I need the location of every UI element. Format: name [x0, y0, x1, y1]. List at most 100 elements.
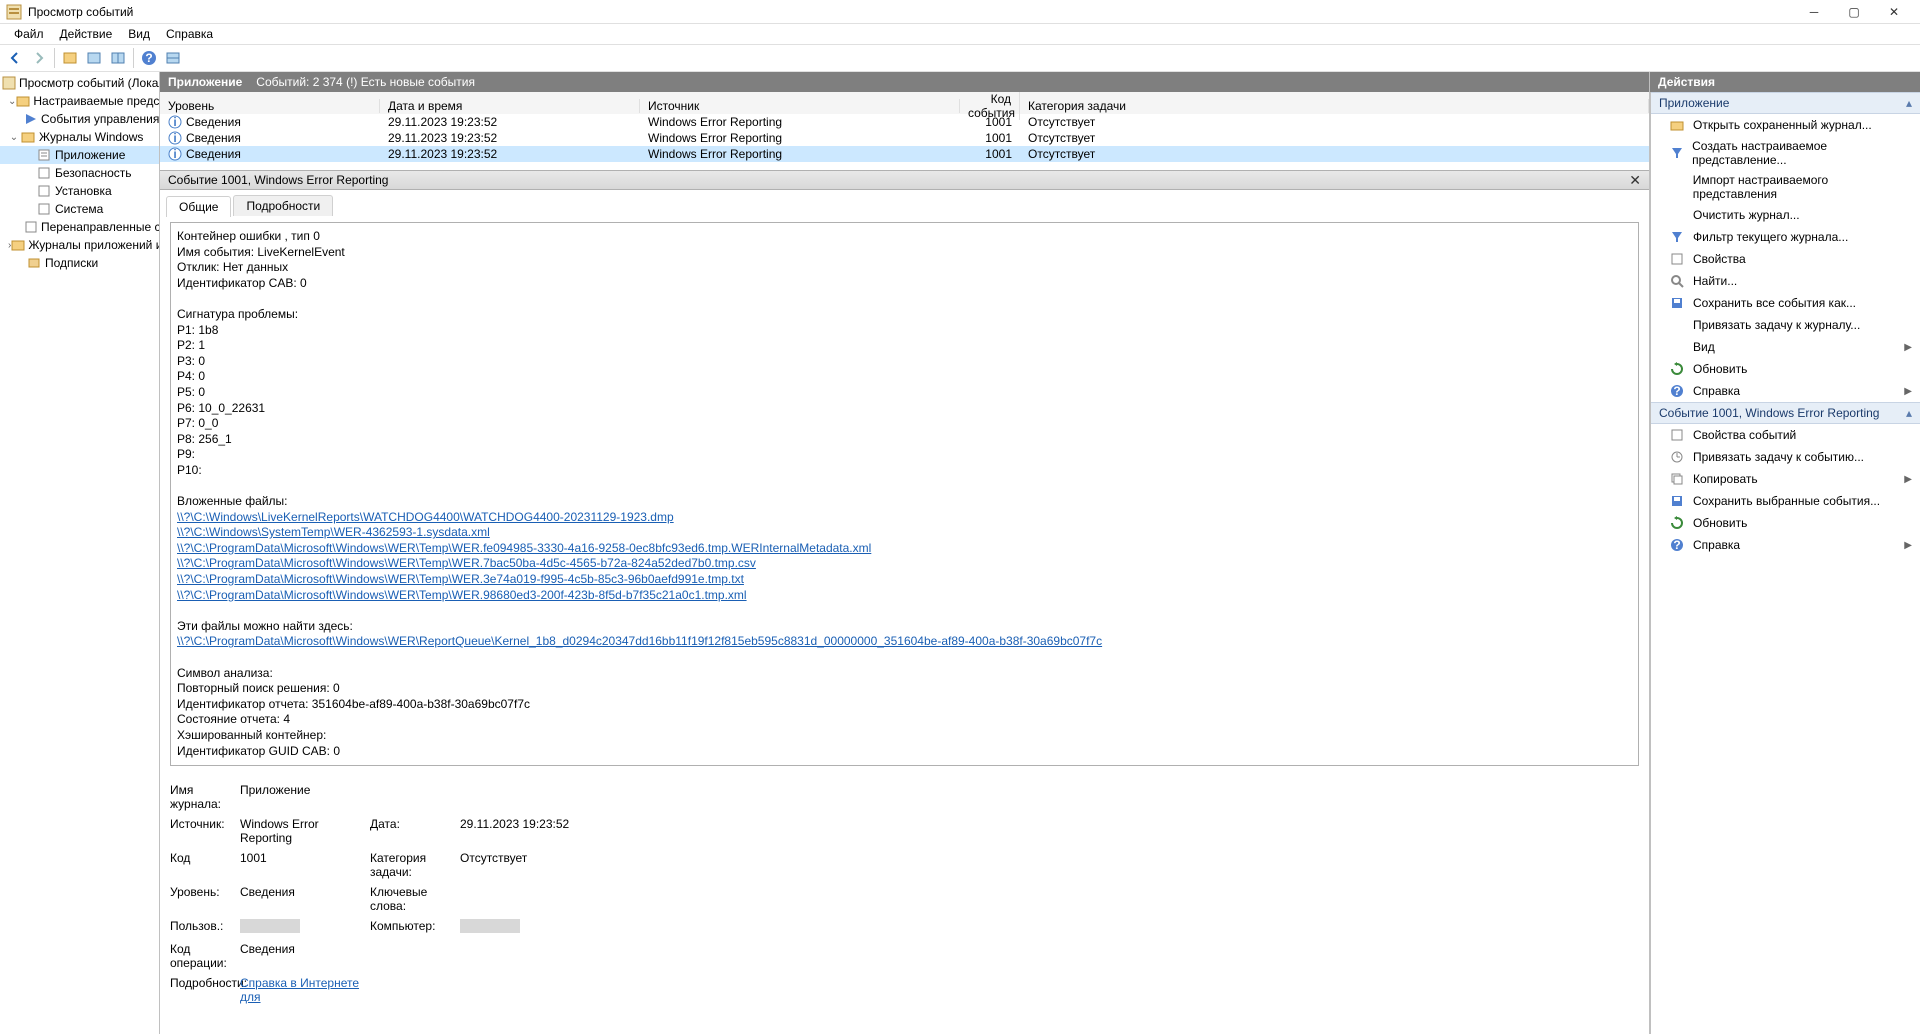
action-save-selected[interactable]: Сохранить выбранные события... — [1651, 490, 1920, 512]
meta-kw-v — [460, 885, 660, 913]
action-save-all[interactable]: Сохранить все события как... — [1651, 292, 1920, 314]
tree-app[interactable]: Приложение — [0, 146, 159, 164]
filter-new-icon — [1669, 145, 1684, 161]
report-queue-link[interactable]: \\?\C:\ProgramData\Microsoft\Windows\WER… — [177, 634, 1102, 648]
minimize-button[interactable]: ─ — [1794, 1, 1834, 23]
detail-text-box: Контейнер ошибки , тип 0 Имя события: Li… — [170, 222, 1639, 766]
detail-metadata: Имя журнала: Приложение Источник: Window… — [170, 780, 1639, 1007]
action-refresh[interactable]: Обновить — [1651, 358, 1920, 380]
actions-section-app[interactable]: Приложение▴ — [1651, 92, 1920, 114]
action-view[interactable]: Вид▶ — [1651, 336, 1920, 358]
action-open-saved-log[interactable]: Открыть сохраненный журнал... — [1651, 114, 1920, 136]
tree-custom-views[interactable]: ⌄Настраиваемые представл — [0, 92, 159, 110]
window-titlebar: Просмотр событий ─ ▢ ✕ — [0, 0, 1920, 24]
svg-text:i: i — [173, 115, 176, 129]
action-copy[interactable]: Копировать▶ — [1651, 468, 1920, 490]
action-attach-task[interactable]: Привязать задачу к журналу... — [1651, 314, 1920, 336]
tree-system[interactable]: Система — [0, 200, 159, 218]
tree-security[interactable]: Безопасность — [0, 164, 159, 182]
col-level[interactable]: Уровень — [160, 99, 380, 113]
properties-icon — [1669, 251, 1685, 267]
svg-text:?: ? — [145, 51, 152, 65]
event-row[interactable]: iСведения29.11.2023 19:23:52Windows Erro… — [160, 146, 1649, 162]
attached-file-link[interactable]: \\?\C:\Windows\SystemTemp\WER-4362593-1.… — [177, 525, 490, 539]
event-list-header[interactable]: Уровень Дата и время Источник Код событи… — [160, 92, 1649, 114]
svg-text:i: i — [173, 131, 176, 145]
panel-button-2[interactable] — [107, 47, 129, 69]
meta-kw-k: Ключевые слова: — [370, 885, 460, 913]
show-hide-tree-button[interactable] — [59, 47, 81, 69]
action-help-2[interactable]: ?Справка▶ — [1651, 534, 1920, 556]
meta-op-k: Код операции: — [170, 942, 240, 970]
attach-icon — [1669, 449, 1685, 465]
event-list[interactable]: Уровень Дата и время Источник Код событи… — [160, 92, 1649, 170]
svg-text:i: i — [173, 147, 176, 161]
menu-help[interactable]: Справка — [158, 25, 221, 43]
action-create-view[interactable]: Создать настраиваемое представление... — [1651, 136, 1920, 170]
tree-setup[interactable]: Установка — [0, 182, 159, 200]
tree-app-services[interactable]: ›Журналы приложений и сл — [0, 236, 159, 254]
tab-general[interactable]: Общие — [166, 196, 231, 217]
menubar: Файл Действие Вид Справка — [0, 24, 1920, 44]
center-header: Приложение Событий: 2 374 (!) Есть новые… — [160, 72, 1649, 92]
panel-button-3[interactable] — [162, 47, 184, 69]
meta-user-k: Пользов.: — [170, 919, 240, 936]
meta-code-v: 1001 — [240, 851, 370, 879]
tree-root[interactable]: Просмотр событий (Локальны — [0, 74, 159, 92]
action-help[interactable]: ?Справка▶ — [1651, 380, 1920, 402]
meta-logname-k: Имя журнала: — [170, 783, 240, 811]
maximize-button[interactable]: ▢ — [1834, 1, 1874, 23]
tree-forwarded[interactable]: Перенаправленные соб — [0, 218, 159, 236]
action-event-properties[interactable]: Свойства событий — [1651, 424, 1920, 446]
meta-more-k: Подробности: — [170, 976, 240, 1004]
meta-more-link[interactable]: Справка в Интернете для — [240, 976, 359, 1004]
view-icon — [1669, 339, 1685, 355]
action-filter-log[interactable]: Фильтр текущего журнала... — [1651, 226, 1920, 248]
action-properties[interactable]: Свойства — [1651, 248, 1920, 270]
event-row[interactable]: iСведения29.11.2023 19:23:52Windows Erro… — [160, 114, 1649, 130]
tree-subscriptions[interactable]: Подписки — [0, 254, 159, 272]
attached-file-link[interactable]: \\?\C:\ProgramData\Microsoft\Windows\WER… — [177, 556, 756, 570]
action-refresh-2[interactable]: Обновить — [1651, 512, 1920, 534]
refresh-icon — [1669, 515, 1685, 531]
detail-header: Событие 1001, Windows Error Reporting ✕ — [160, 170, 1649, 190]
center-pane: Приложение Событий: 2 374 (!) Есть новые… — [160, 72, 1650, 1034]
meta-op-v: Сведения — [240, 942, 370, 970]
meta-level-k: Уровень: — [170, 885, 240, 913]
back-button[interactable] — [4, 47, 26, 69]
attached-file-link[interactable]: \\?\C:\Windows\LiveKernelReports\WATCHDO… — [177, 510, 674, 524]
console-tree[interactable]: Просмотр событий (Локальны ⌄Настраиваемы… — [0, 72, 160, 1034]
close-window-button[interactable]: ✕ — [1874, 1, 1914, 23]
action-import-view[interactable]: Импорт настраиваемого представления — [1651, 170, 1920, 204]
action-event-attach[interactable]: Привязать задачу к событию... — [1651, 446, 1920, 468]
menu-view[interactable]: Вид — [120, 25, 158, 43]
tree-windows-logs[interactable]: ⌄Журналы Windows — [0, 128, 159, 146]
tree-admin-events[interactable]: События управления — [0, 110, 159, 128]
col-source[interactable]: Источник — [640, 99, 960, 113]
tab-details[interactable]: Подробности — [233, 195, 333, 216]
meta-comp-k: Компьютер: — [370, 919, 460, 936]
meta-cat-v: Отсутствует — [460, 851, 660, 879]
attached-file-link[interactable]: \\?\C:\ProgramData\Microsoft\Windows\WER… — [177, 572, 744, 586]
meta-comp-v — [460, 919, 660, 936]
menu-action[interactable]: Действие — [52, 25, 121, 43]
actions-section-event[interactable]: Событие 1001, Windows Error Reporting▴ — [1651, 402, 1920, 424]
col-datetime[interactable]: Дата и время — [380, 99, 640, 113]
detail-body[interactable]: Контейнер ошибки , тип 0 Имя события: Li… — [160, 216, 1649, 1034]
copy-icon — [1669, 471, 1685, 487]
save-icon — [1669, 295, 1685, 311]
info-icon: i — [168, 147, 182, 161]
attached-file-link[interactable]: \\?\C:\ProgramData\Microsoft\Windows\WER… — [177, 541, 871, 555]
help-button[interactable]: ? — [138, 47, 160, 69]
event-row[interactable]: iСведения29.11.2023 19:23:52Windows Erro… — [160, 130, 1649, 146]
action-clear-log[interactable]: Очистить журнал... — [1651, 204, 1920, 226]
panel-button-1[interactable] — [83, 47, 105, 69]
action-find[interactable]: Найти... — [1651, 270, 1920, 292]
attached-file-link[interactable]: \\?\C:\ProgramData\Microsoft\Windows\WER… — [177, 588, 747, 602]
detail-close-icon[interactable]: ✕ — [1629, 172, 1641, 189]
clear-icon — [1669, 207, 1685, 223]
menu-file[interactable]: Файл — [6, 25, 52, 43]
forward-button[interactable] — [28, 47, 50, 69]
col-category[interactable]: Категория задачи — [1020, 99, 1649, 113]
meta-logname-v: Приложение — [240, 783, 370, 811]
